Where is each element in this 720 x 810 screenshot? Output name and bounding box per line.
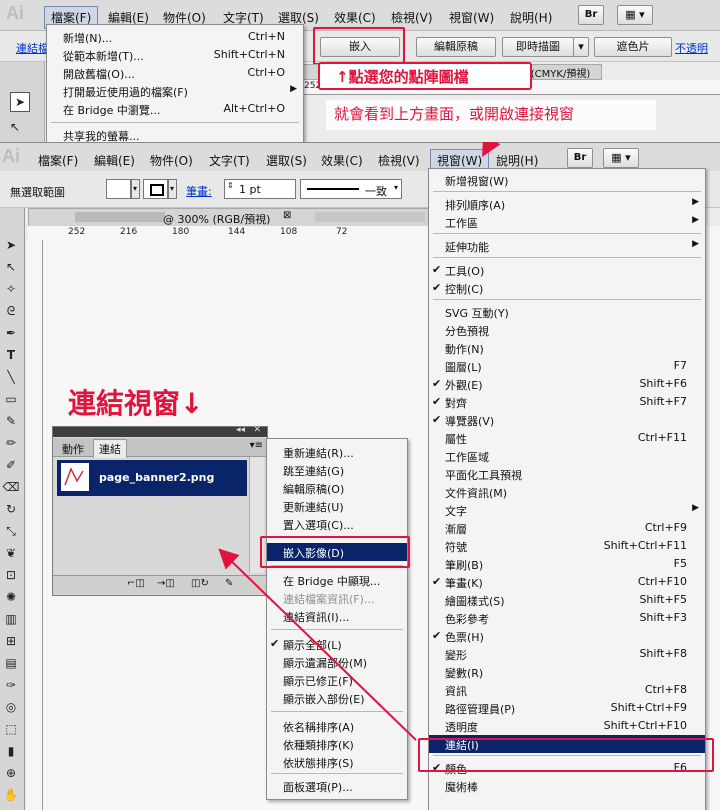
submenu-arrow-icon: ▶ — [290, 84, 297, 94]
embed-highlight-box — [313, 27, 405, 65]
mask-button[interactable]: 遮色片 — [594, 37, 672, 57]
window-tip-box: 就會看到上方畫面，或開啟連接視窗 — [326, 100, 656, 130]
top-screenshot: Ai 檔案(F) 編輯(E) 物件(O) 文字(T) 選取(S) 效果(C) 檢… — [0, 0, 720, 142]
window-tip-text: 就會看到上方畫面，或開啟連接視窗 — [334, 105, 575, 123]
file-menu-item[interactable]: 共享我的螢幕... — [47, 126, 303, 142]
click-tip-text: ↑點選您的點陣圖檔 — [336, 68, 469, 86]
menu-separator — [51, 122, 299, 123]
arrow-to-window-menu — [482, 142, 501, 158]
click-tip-box: ↑點選您的點陣圖檔 — [318, 62, 532, 90]
file-menu-item[interactable]: 從範本新增(T)... Shift+Ctrl+N — [47, 46, 303, 64]
bridge-button[interactable]: Br — [578, 5, 604, 25]
live-trace-options-button[interactable]: ▾ — [573, 37, 589, 57]
menu-view[interactable]: 檢視(V) — [385, 7, 439, 28]
linked-file-label[interactable]: 連結檔 — [16, 40, 49, 56]
direct-selection-tool-icon[interactable]: ↖ — [6, 118, 24, 136]
edit-original-button[interactable]: 編輯原稿 — [416, 37, 496, 57]
bottom-screenshot: Ai 檔案(F) 編輯(E) 物件(O) 文字(T) 選取(S) 效果(C) 檢… — [0, 142, 720, 810]
top-tools-panel: ➤ ↖ — [0, 62, 45, 142]
menu-window[interactable]: 視窗(W) — [443, 7, 500, 28]
annotation-arrows — [218, 142, 501, 741]
arrow-to-links-panel — [218, 548, 417, 741]
arrange-docs-button[interactable]: ▦ ▾ — [617, 5, 653, 25]
selection-tool-icon[interactable]: ➤ — [10, 92, 30, 112]
file-menu: 新增(N)... Ctrl+N 從範本新增(T)... Shift+Ctrl+N 開… — [46, 24, 304, 142]
opacity-link[interactable]: 不透明 — [675, 40, 708, 56]
file-menu-item[interactable]: 在 Bridge 中瀏覽... Alt+Ctrl+O — [47, 100, 303, 118]
file-menu-item[interactable]: 新增(N)... Ctrl+N — [47, 28, 303, 46]
menu-effect[interactable]: 效果(C) — [328, 7, 382, 28]
live-trace-button[interactable]: 即時描圖 — [502, 37, 574, 57]
file-menu-item[interactable]: 打開最近使用過的檔案(F) ▶ — [47, 82, 303, 100]
app-logo: Ai — [6, 3, 24, 23]
menu-help[interactable]: 說明(H) — [504, 7, 558, 28]
file-menu-item[interactable]: 開啟舊檔(O)... Ctrl+O — [47, 64, 303, 82]
chevron-down-icon: ▾ — [578, 40, 584, 53]
grid-icon: ▦ ▾ — [625, 8, 645, 21]
